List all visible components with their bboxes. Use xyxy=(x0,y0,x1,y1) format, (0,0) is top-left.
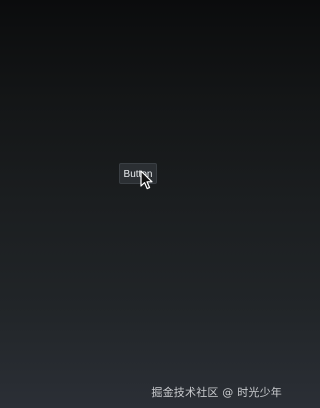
canvas-background: Button 掘金技术社区 @ 时光少年 xyxy=(0,0,290,408)
demo-button[interactable]: Button xyxy=(119,163,157,184)
watermark-text: 掘金技术社区 @ 时光少年 xyxy=(151,386,282,399)
